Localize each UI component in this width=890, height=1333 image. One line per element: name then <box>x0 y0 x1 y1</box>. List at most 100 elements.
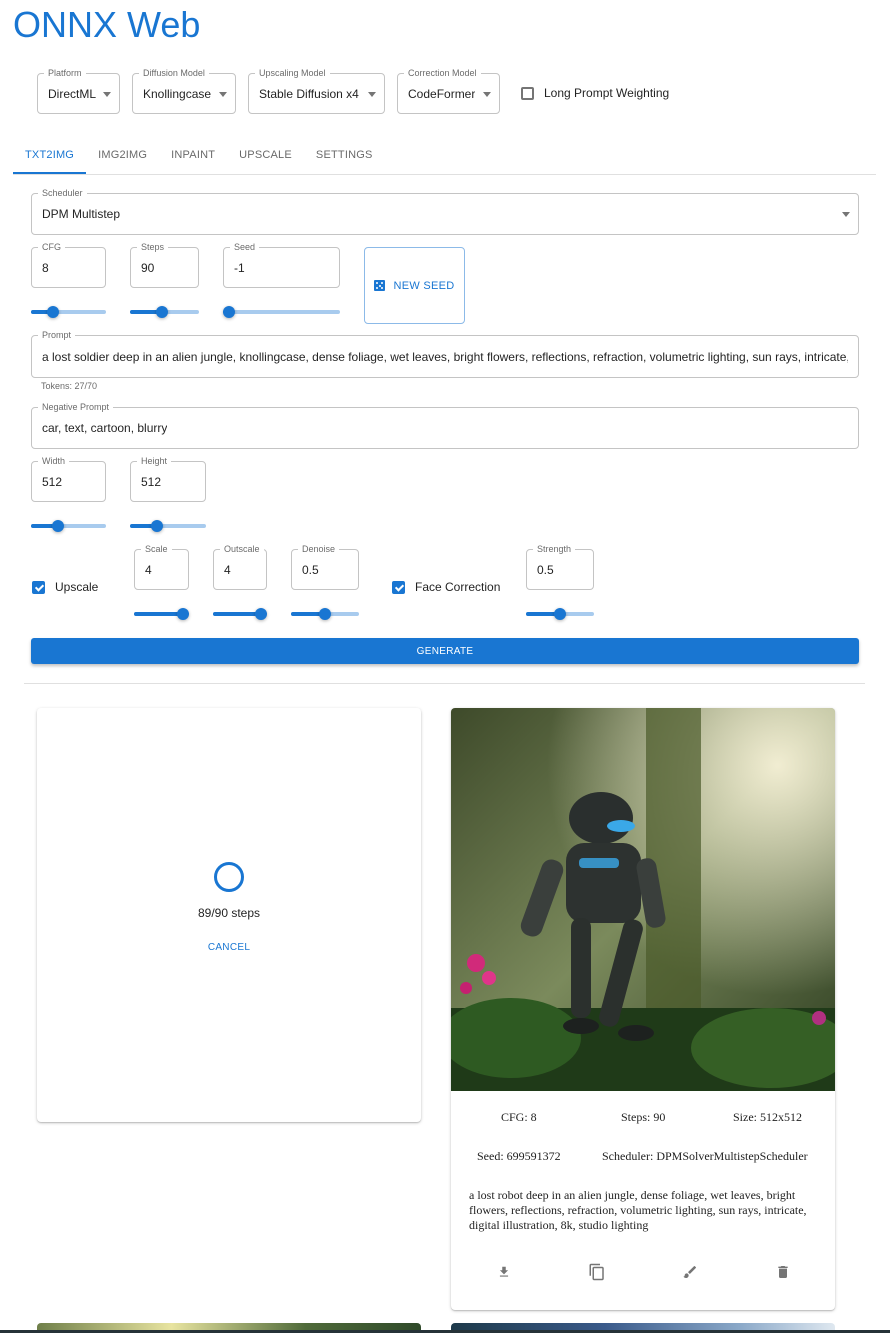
download-button[interactable] <box>492 1260 516 1284</box>
width-input[interactable]: Width 512 <box>31 456 106 502</box>
denoise-slider[interactable] <box>291 608 359 620</box>
width-slider-thumb[interactable] <box>51 520 64 532</box>
strength-input[interactable]: Strength 0.5 <box>526 544 594 590</box>
scale-value: 4 <box>145 562 152 577</box>
steps-slider[interactable] <box>130 306 199 318</box>
height-input[interactable]: Height 512 <box>130 456 206 502</box>
width-slider[interactable] <box>31 520 106 532</box>
copy-button[interactable] <box>585 1260 609 1284</box>
tab-upscale[interactable]: UPSCALE <box>227 137 304 174</box>
new-seed-label: NEW SEED <box>393 279 455 292</box>
outscale-label: Outscale <box>220 544 264 555</box>
tab-img2img[interactable]: IMG2IMG <box>86 137 159 174</box>
platform-label: Platform <box>44 68 86 79</box>
cfg-input[interactable]: CFG 8 <box>31 242 106 288</box>
outscale-slider-thumb[interactable] <box>255 608 267 620</box>
steps-slider-thumb[interactable] <box>155 306 168 318</box>
delete-icon <box>778 1266 788 1278</box>
upscaling-model-select[interactable]: Upscaling Model Stable Diffusion x4 <box>248 68 385 114</box>
width-value: 512 <box>42 474 63 489</box>
tab-txt2img[interactable]: TXT2IMG <box>13 137 87 174</box>
denoise-label: Denoise <box>298 544 340 555</box>
tab-settings[interactable]: SETTINGS <box>304 137 385 174</box>
strength-slider-thumb[interactable] <box>554 608 566 620</box>
scale-label: Scale <box>141 544 172 555</box>
outscale-value: 4 <box>224 562 231 577</box>
scheduler-label: Scheduler <box>38 188 87 199</box>
token-count: Tokens: 27/70 <box>41 381 98 391</box>
steps-value: 90 <box>141 260 155 275</box>
scale-slider[interactable] <box>134 608 189 620</box>
chevron-down-icon <box>842 212 850 217</box>
generate-button[interactable]: GENERATE <box>31 638 859 664</box>
progress-spinner <box>214 862 244 892</box>
cancel-button[interactable]: CANCEL <box>199 942 259 953</box>
outscale-input[interactable]: Outscale 4 <box>213 544 267 590</box>
long-prompt-weighting-checkbox[interactable]: Long Prompt Weighting <box>521 86 669 100</box>
steps-label: Steps <box>137 242 169 253</box>
height-label: Height <box>137 456 172 467</box>
checkbox-unchecked-icon[interactable] <box>521 86 534 100</box>
seed-input[interactable]: Seed -1 <box>223 242 340 288</box>
scale-slider-thumb[interactable] <box>177 608 189 620</box>
cfg-label: CFG <box>38 242 65 253</box>
progress-text: 89/90 steps <box>197 906 261 920</box>
divider <box>24 683 865 684</box>
generated-image[interactable] <box>451 708 835 1091</box>
scheduler-value: DPM Multistep <box>42 207 121 221</box>
cfg-slider-thumb[interactable] <box>46 306 59 318</box>
seed-slider-thumb[interactable] <box>223 306 235 318</box>
denoise-slider-thumb[interactable] <box>319 608 331 620</box>
correction-model-label: Correction Model <box>404 68 481 79</box>
upscaling-model-label: Upscaling Model <box>255 68 330 79</box>
prompt-value: a lost soldier deep in an alien jungle, … <box>42 349 848 364</box>
app-title: ONNX Web <box>13 4 201 45</box>
strength-label: Strength <box>533 544 576 555</box>
result-cfg: CFG: 8 <box>501 1110 537 1124</box>
checkbox-checked-icon[interactable] <box>32 580 45 594</box>
height-slider[interactable] <box>130 520 206 532</box>
diffusion-model-select[interactable]: Diffusion Model Knollingcase <box>132 68 236 114</box>
chevron-down-icon <box>103 91 111 97</box>
upscale-checkbox[interactable]: Upscale <box>32 580 98 594</box>
seed-value: -1 <box>234 260 245 275</box>
download-icon <box>499 1266 509 1277</box>
outscale-slider[interactable] <box>213 608 267 620</box>
result-scheduler: Scheduler: DPMSolverMultistepScheduler <box>602 1149 808 1163</box>
denoise-value: 0.5 <box>302 562 319 577</box>
cfg-slider[interactable] <box>31 306 106 318</box>
inpaint-button[interactable] <box>678 1260 702 1284</box>
platform-select[interactable]: Platform DirectML <box>37 68 120 114</box>
seed-slider[interactable] <box>223 306 340 318</box>
result-prompt: a lost robot deep in an alien jungle, de… <box>469 1188 807 1232</box>
upscaling-model-value: Stable Diffusion x4 <box>259 86 359 101</box>
checkbox-checked-icon[interactable] <box>392 580 405 594</box>
result-size: Size: 512x512 <box>733 1110 802 1124</box>
cfg-value: 8 <box>42 260 49 275</box>
dice-icon <box>374 280 386 291</box>
width-label: Width <box>38 456 70 467</box>
delete-button[interactable] <box>771 1260 795 1284</box>
height-value: 512 <box>141 474 162 489</box>
brush-icon <box>683 1265 697 1278</box>
denoise-input[interactable]: Denoise 0.5 <box>291 544 359 590</box>
correction-model-value: CodeFormer <box>408 86 476 101</box>
scheduler-select[interactable]: Scheduler DPM Multistep <box>31 188 859 235</box>
face-correction-checkbox[interactable]: Face Correction <box>392 580 500 594</box>
prompt-input[interactable]: Prompt a lost soldier deep in an alien j… <box>31 330 859 378</box>
correction-model-select[interactable]: Correction Model CodeFormer <box>397 68 500 114</box>
copy-icon <box>589 1263 604 1281</box>
new-seed-button[interactable]: NEW SEED <box>364 247 465 324</box>
steps-input[interactable]: Steps 90 <box>130 242 199 288</box>
negative-prompt-input[interactable]: Negative Prompt car, text, cartoon, blur… <box>31 402 859 449</box>
upscale-label: Upscale <box>55 580 99 594</box>
long-prompt-weighting-label: Long Prompt Weighting <box>544 86 670 100</box>
diffusion-model-value: Knollingcase <box>143 86 212 101</box>
pending-image-card: 89/90 steps CANCEL <box>37 708 421 1122</box>
scale-input[interactable]: Scale 4 <box>134 544 189 590</box>
strength-value: 0.5 <box>537 562 554 577</box>
strength-slider[interactable] <box>526 608 594 620</box>
height-slider-thumb[interactable] <box>151 520 164 532</box>
tab-inpaint[interactable]: INPAINT <box>159 137 227 174</box>
seed-label: Seed <box>230 242 260 253</box>
